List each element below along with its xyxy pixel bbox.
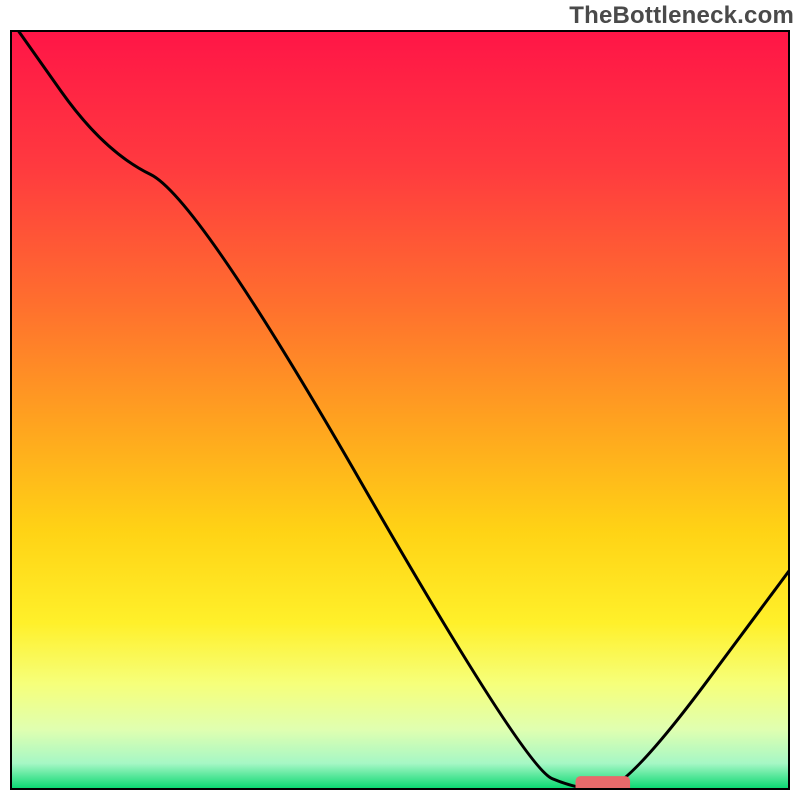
minimum-marker bbox=[576, 776, 631, 790]
gradient-background bbox=[10, 30, 790, 790]
chart-svg bbox=[10, 30, 790, 790]
chart-area bbox=[10, 30, 790, 790]
watermark-text: TheBottleneck.com bbox=[569, 2, 794, 30]
